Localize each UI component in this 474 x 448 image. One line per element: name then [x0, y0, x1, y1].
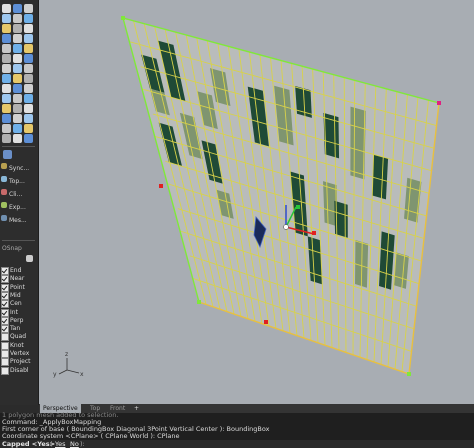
tool-button-icon[interactable]: [24, 134, 33, 143]
tool-button-icon[interactable]: [2, 124, 11, 133]
tool-button-icon[interactable]: [24, 74, 33, 83]
osnap-title: OSnap: [2, 245, 22, 252]
tool-button-icon[interactable]: [24, 64, 33, 73]
tool-button-icon[interactable]: [2, 34, 11, 43]
tool-button-icon[interactable]: [13, 94, 22, 103]
world-axis-x-label: x: [80, 371, 84, 378]
toolbar-separator: [2, 146, 35, 147]
tool-button-icon[interactable]: [2, 54, 11, 63]
command-history-line: Coordinate system <CPlane> ( CPlane Worl…: [2, 432, 180, 440]
tool-button-icon[interactable]: [2, 44, 11, 53]
command-area: 1 polygon mesh added to selection. Comma…: [0, 411, 474, 448]
tool-button-icon[interactable]: [24, 114, 33, 123]
tool-button-icon[interactable]: [2, 24, 11, 33]
control-point[interactable]: [437, 101, 441, 105]
control-point[interactable]: [121, 16, 125, 20]
world-axis-x: [66, 369, 80, 374]
perspective-viewport[interactable]: x y z: [39, 0, 474, 404]
tool-button-icon[interactable]: [13, 134, 22, 143]
export-icon[interactable]: [1, 202, 7, 208]
control-point[interactable]: [407, 372, 411, 376]
tool-button-icon[interactable]: [24, 24, 33, 33]
tool-button-icon[interactable]: [2, 104, 11, 113]
tool-button-icon[interactable]: [24, 124, 33, 133]
tool-button-icon[interactable]: [13, 14, 22, 23]
tool-button-icon[interactable]: [24, 34, 33, 43]
option-no[interactable]: No: [70, 440, 79, 448]
clipping-icon[interactable]: [1, 189, 7, 195]
dark-glass-panel[interactable]: [372, 154, 389, 200]
tool-button-icon[interactable]: [2, 114, 11, 123]
tool-button-icon[interactable]: [24, 44, 33, 53]
control-point[interactable]: [197, 300, 201, 304]
world-axis-y-label: y: [53, 371, 57, 378]
tool-button-icon[interactable]: [24, 54, 33, 63]
tool-button-icon[interactable]: [13, 104, 22, 113]
tool-button-icon[interactable]: [13, 34, 22, 43]
viewport-canvas[interactable]: x y z: [39, 0, 474, 404]
tool-button-icon[interactable]: [13, 114, 22, 123]
tool-button-icon[interactable]: [2, 74, 11, 83]
tool-button-icon[interactable]: [13, 74, 22, 83]
osnap-filter-icon[interactable]: [26, 255, 33, 262]
panel-item-top[interactable]: Top...: [9, 178, 25, 185]
rhino-window: { "toolbar": { "panel_items": [ {"label"…: [0, 0, 474, 448]
world-axis-y: [58, 369, 68, 375]
tool-button-icon[interactable]: [13, 4, 22, 13]
tool-button-icon[interactable]: [13, 54, 22, 63]
control-point[interactable]: [264, 320, 268, 324]
option-yes[interactable]: Yes: [55, 440, 66, 448]
prompt-close-paren: ):: [80, 440, 85, 448]
prompt-open-paren: (: [50, 440, 53, 448]
tool-button-icon[interactable]: [24, 14, 33, 23]
tool-button-icon[interactable]: [2, 84, 11, 93]
panel-item-export[interactable]: Exp...: [9, 204, 26, 211]
tool-button-icon[interactable]: [24, 4, 33, 13]
tool-button-icon[interactable]: [2, 14, 11, 23]
tool-button-icon[interactable]: [24, 104, 33, 113]
toolbar-separator: [2, 240, 35, 241]
tool-button-icon[interactable]: [2, 64, 11, 73]
tool-button-icon[interactable]: [2, 94, 11, 103]
gumball-center[interactable]: [283, 224, 289, 230]
mesh-icon[interactable]: [1, 215, 7, 221]
world-axis-z-label: z: [65, 351, 68, 358]
sync-icon[interactable]: [3, 150, 12, 159]
camera-icon[interactable]: [1, 163, 7, 169]
tool-button-icon[interactable]: [2, 4, 11, 13]
tool-button-icon[interactable]: [13, 124, 22, 133]
osnap-checkbox[interactable]: [1, 366, 9, 375]
tool-button-icon[interactable]: [24, 94, 33, 103]
osnap-item-disabl[interactable]: Disabl: [1, 366, 37, 375]
view-icon[interactable]: [1, 176, 7, 182]
control-point[interactable]: [159, 184, 163, 188]
osnap-label: Disabl: [10, 366, 29, 374]
command-prompt[interactable]: Capped <Yes> ( Yes No ):: [0, 440, 474, 448]
add-tab-button[interactable]: +: [131, 404, 142, 413]
tool-button-icon[interactable]: [24, 84, 33, 93]
panel-item-clipping[interactable]: Cli...: [9, 191, 22, 198]
panel-item-sync[interactable]: Sync...: [9, 165, 29, 172]
gumball-handle[interactable]: [296, 205, 300, 209]
tool-button-icon[interactable]: [13, 84, 22, 93]
tool-button-icon[interactable]: [13, 24, 22, 33]
tool-button-icon[interactable]: [13, 64, 22, 73]
gumball-handle[interactable]: [312, 231, 316, 235]
prompt-label: Capped <Yes>: [2, 440, 56, 448]
tool-button-icon[interactable]: [2, 134, 11, 143]
left-toolbar: Sync... Top... Cli... Exp... Mes... OSna…: [0, 0, 39, 405]
tool-button-icon[interactable]: [13, 44, 22, 53]
panel-item-mesh[interactable]: Mes...: [9, 217, 27, 224]
